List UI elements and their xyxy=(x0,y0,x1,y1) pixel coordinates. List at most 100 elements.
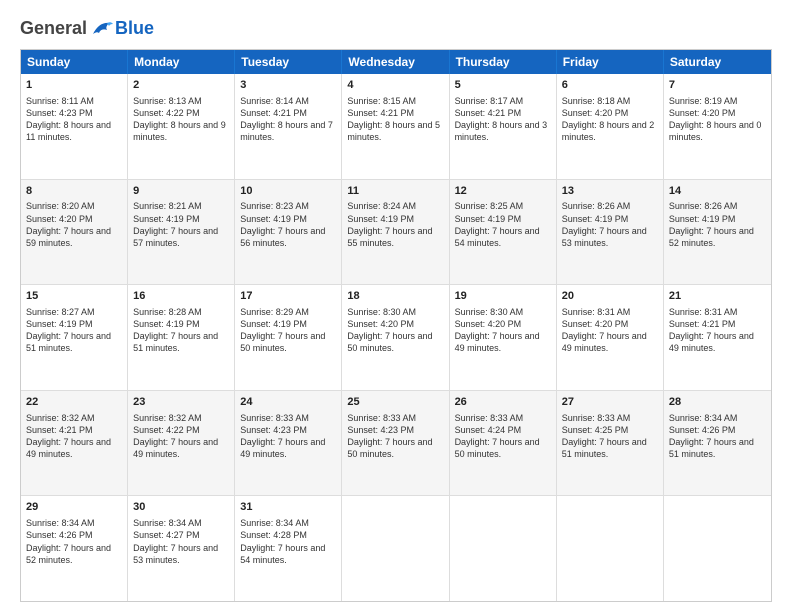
sunrise-label: Sunrise: 8:19 AM xyxy=(669,96,738,106)
daylight-label: Daylight: 7 hours and 49 minutes. xyxy=(455,331,540,353)
calendar-cell-10: 10Sunrise: 8:23 AMSunset: 4:19 PMDayligh… xyxy=(235,180,342,285)
sunset-label: Sunset: 4:21 PM xyxy=(26,425,93,435)
daylight-label: Daylight: 7 hours and 51 minutes. xyxy=(26,331,111,353)
logo-text: General Blue xyxy=(20,18,154,39)
calendar-header-saturday: Saturday xyxy=(664,50,771,74)
sunrise-label: Sunrise: 8:34 AM xyxy=(669,413,738,423)
calendar-cell-2: 2 Sunrise: 8:13 AM Sunset: 4:22 PM Daylight… xyxy=(128,74,235,179)
day-number: 1 xyxy=(26,78,122,93)
calendar-cell-15: 15Sunrise: 8:27 AMSunset: 4:19 PMDayligh… xyxy=(21,285,128,390)
daylight-label: Daylight: 7 hours and 52 minutes. xyxy=(669,226,754,248)
sunrise-label: Sunrise: 8:33 AM xyxy=(240,413,309,423)
header: General Blue xyxy=(20,18,772,39)
day-number: 12 xyxy=(455,184,551,199)
sunset-label: Sunset: 4:26 PM xyxy=(26,530,93,540)
sunrise-label: Sunrise: 8:11 AM xyxy=(26,96,94,106)
calendar-body: 1 Sunrise: 8:11 AM Sunset: 4:23 PM Daylight… xyxy=(21,74,771,601)
day-number: 11 xyxy=(347,184,443,199)
sunset-label: Sunset: 4:20 PM xyxy=(669,108,736,118)
sunset-label: Sunset: 4:20 PM xyxy=(562,108,629,118)
sunset-label: Sunset: 4:20 PM xyxy=(347,319,414,329)
sunset-label: Sunset: 4:23 PM xyxy=(347,425,414,435)
sunset-label: Sunset: 4:19 PM xyxy=(562,214,629,224)
sunset-label: Sunset: 4:22 PM xyxy=(133,108,200,118)
sunrise-label: Sunrise: 8:34 AM xyxy=(26,518,95,528)
day-number: 3 xyxy=(240,78,336,93)
day-number: 5 xyxy=(455,78,551,93)
sunset-label: Sunset: 4:21 PM xyxy=(669,319,736,329)
calendar-cell-3: 3Sunrise: 8:14 AMSunset: 4:21 PMDaylight… xyxy=(235,74,342,179)
day-number: 23 xyxy=(133,395,229,410)
calendar-cell-27: 27Sunrise: 8:33 AMSunset: 4:25 PMDayligh… xyxy=(557,391,664,496)
sunrise-label: Sunrise: 8:13 AM xyxy=(133,96,202,106)
calendar-cell-empty xyxy=(342,496,449,601)
day-number: 7 xyxy=(669,78,766,93)
calendar-header-sunday: Sunday xyxy=(21,50,128,74)
daylight-label: Daylight: 8 hours and 0 minutes. xyxy=(669,120,762,142)
daylight-label: Daylight: 7 hours and 50 minutes. xyxy=(455,437,540,459)
calendar-cell-8: 8Sunrise: 8:20 AMSunset: 4:20 PMDaylight… xyxy=(21,180,128,285)
calendar-cell-empty xyxy=(450,496,557,601)
sunset-label: Sunset: 4:19 PM xyxy=(133,319,200,329)
calendar-cell-14: 14Sunrise: 8:26 AMSunset: 4:19 PMDayligh… xyxy=(664,180,771,285)
calendar-cell-17: 17Sunrise: 8:29 AMSunset: 4:19 PMDayligh… xyxy=(235,285,342,390)
sunrise-label: Sunrise: 8:21 AM xyxy=(133,201,202,211)
daylight-label: Daylight: 7 hours and 49 minutes. xyxy=(133,437,218,459)
calendar-cell-16: 16Sunrise: 8:28 AMSunset: 4:19 PMDayligh… xyxy=(128,285,235,390)
daylight-label: Daylight: 7 hours and 57 minutes. xyxy=(133,226,218,248)
daylight-label: Daylight: 7 hours and 52 minutes. xyxy=(26,543,111,565)
sunset-label: Sunset: 4:19 PM xyxy=(240,214,307,224)
day-number: 29 xyxy=(26,500,122,515)
day-number: 2 xyxy=(133,78,229,93)
day-number: 10 xyxy=(240,184,336,199)
calendar: SundayMondayTuesdayWednesdayThursdayFrid… xyxy=(20,49,772,602)
sunset-label: Sunset: 4:21 PM xyxy=(347,108,414,118)
logo-blue: Blue xyxy=(115,18,154,39)
calendar-cell-6: 6Sunrise: 8:18 AMSunset: 4:20 PMDaylight… xyxy=(557,74,664,179)
sunrise-label: Sunrise: 8:29 AM xyxy=(240,307,309,317)
logo-bird-icon xyxy=(91,20,113,38)
sunrise-label: Sunrise: 8:30 AM xyxy=(455,307,524,317)
calendar-row: 22Sunrise: 8:32 AMSunset: 4:21 PMDayligh… xyxy=(21,391,771,497)
daylight-label: Daylight: 8 hours and 2 minutes. xyxy=(562,120,655,142)
calendar-cell-11: 11Sunrise: 8:24 AMSunset: 4:19 PMDayligh… xyxy=(342,180,449,285)
sunset-label: Sunset: 4:23 PM xyxy=(240,425,307,435)
daylight-label: Daylight: 7 hours and 59 minutes. xyxy=(26,226,111,248)
daylight-label: Daylight: 7 hours and 49 minutes. xyxy=(562,331,647,353)
calendar-row: 29 Sunrise: 8:34 AM Sunset: 4:26 PM Dayligh… xyxy=(21,496,771,601)
sunset-label: Sunset: 4:23 PM xyxy=(26,108,93,118)
calendar-cell-23: 23Sunrise: 8:32 AMSunset: 4:22 PMDayligh… xyxy=(128,391,235,496)
sunrise-label: Sunrise: 8:27 AM xyxy=(26,307,95,317)
calendar-cell-28: 28 Sunrise: 8:34 AM Sunset: 4:26 PM Dayligh… xyxy=(664,391,771,496)
day-number: 25 xyxy=(347,395,443,410)
sunrise-label: Sunrise: 8:17 AM xyxy=(455,96,524,106)
day-number: 21 xyxy=(669,289,766,304)
sunset-label: Sunset: 4:26 PM xyxy=(669,425,736,435)
calendar-cell-29: 29 Sunrise: 8:34 AM Sunset: 4:26 PM Dayligh… xyxy=(21,496,128,601)
sunset-label: Sunset: 4:19 PM xyxy=(240,319,307,329)
daylight-label: Daylight: 8 hours and 9 minutes. xyxy=(133,120,226,142)
day-number: 13 xyxy=(562,184,658,199)
sunrise-label: Sunrise: 8:34 AM xyxy=(133,518,202,528)
daylight-label: Daylight: 7 hours and 49 minutes. xyxy=(240,437,325,459)
day-number: 15 xyxy=(26,289,122,304)
day-number: 14 xyxy=(669,184,766,199)
calendar-header-monday: Monday xyxy=(128,50,235,74)
calendar-cell-12: 12Sunrise: 8:25 AMSunset: 4:19 PMDayligh… xyxy=(450,180,557,285)
daylight-label: Daylight: 7 hours and 56 minutes. xyxy=(240,226,325,248)
sunrise-label: Sunrise: 8:33 AM xyxy=(455,413,524,423)
sunrise-label: Sunrise: 8:33 AM xyxy=(347,413,416,423)
page: General Blue SundayMondayTuesdayWednesda… xyxy=(0,0,792,612)
day-number: 28 xyxy=(669,395,766,410)
day-number: 9 xyxy=(133,184,229,199)
sunrise-label: Sunrise: 8:24 AM xyxy=(347,201,416,211)
sunrise-label: Sunrise: 8:20 AM xyxy=(26,201,95,211)
daylight-label: Daylight: 7 hours and 51 minutes. xyxy=(669,437,754,459)
sunset-label: Sunset: 4:21 PM xyxy=(240,108,307,118)
daylight-label: Daylight: 8 hours and 7 minutes. xyxy=(240,120,333,142)
daylight-label: Daylight: 7 hours and 50 minutes. xyxy=(347,331,432,353)
calendar-row: 1 Sunrise: 8:11 AM Sunset: 4:23 PM Daylight… xyxy=(21,74,771,180)
sunset-label: Sunset: 4:19 PM xyxy=(455,214,522,224)
calendar-header-friday: Friday xyxy=(557,50,664,74)
daylight-label: Daylight: 8 hours and 5 minutes. xyxy=(347,120,440,142)
